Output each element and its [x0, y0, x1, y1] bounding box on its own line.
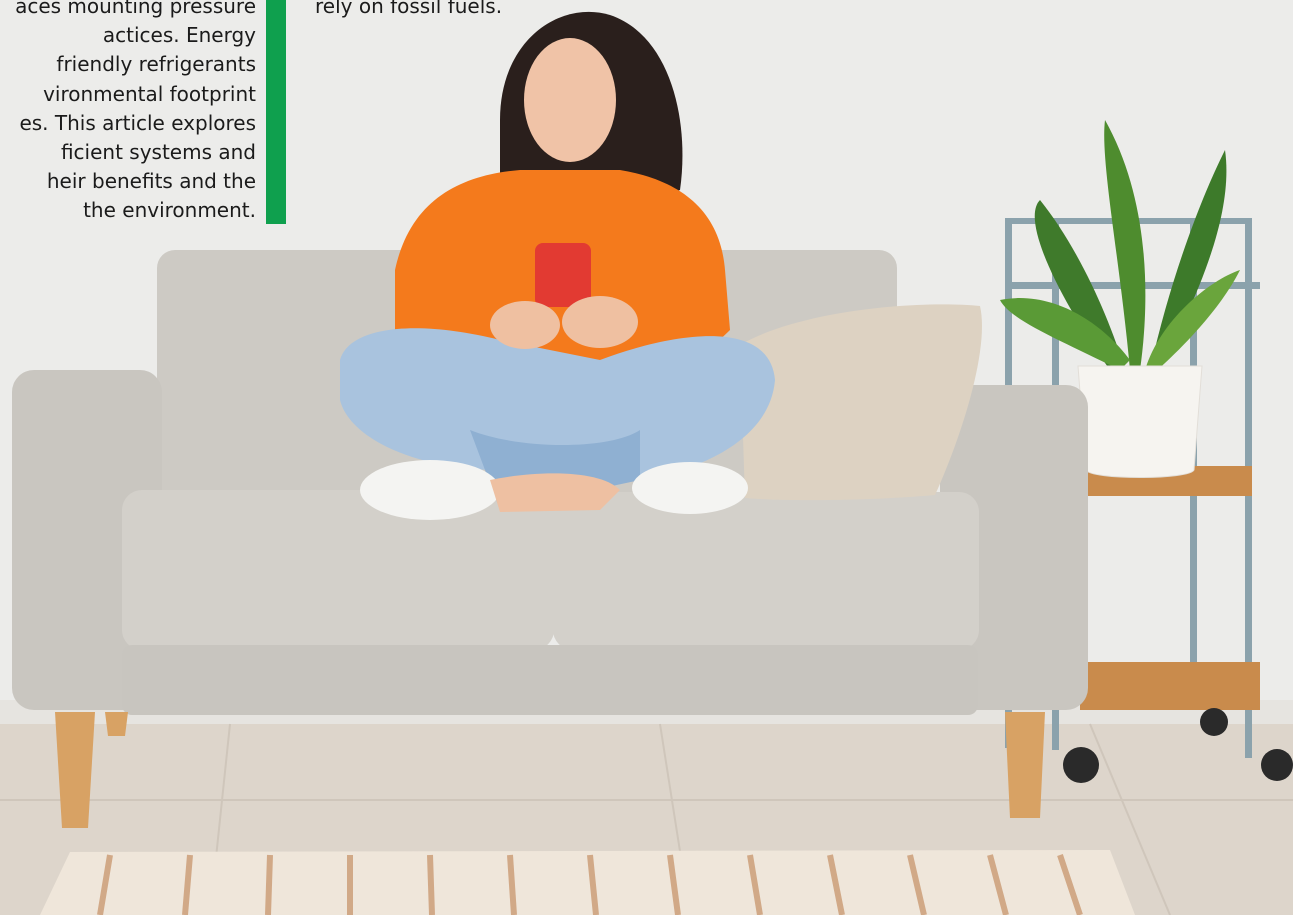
article-line: the environment. [83, 198, 256, 223]
article-line: actices. Energy [102, 23, 256, 48]
green-accent-bar [266, 0, 286, 224]
article-line: aces mounting pressure [15, 0, 256, 18]
article-line: ficient systems and [60, 140, 256, 165]
article-body-text: aces mounting pressure actices. Energy f… [0, 0, 256, 226]
article-continuation-text: rely on fossil fuels. [315, 0, 503, 18]
article-line: es. This article explores [19, 110, 256, 135]
article-line: heir benefits and the [46, 169, 256, 194]
article-line: vironmental footprint [43, 81, 256, 106]
article-line: friendly refrigerants [56, 52, 256, 77]
plant-pot [1077, 365, 1203, 478]
striped-rug [40, 850, 1135, 915]
